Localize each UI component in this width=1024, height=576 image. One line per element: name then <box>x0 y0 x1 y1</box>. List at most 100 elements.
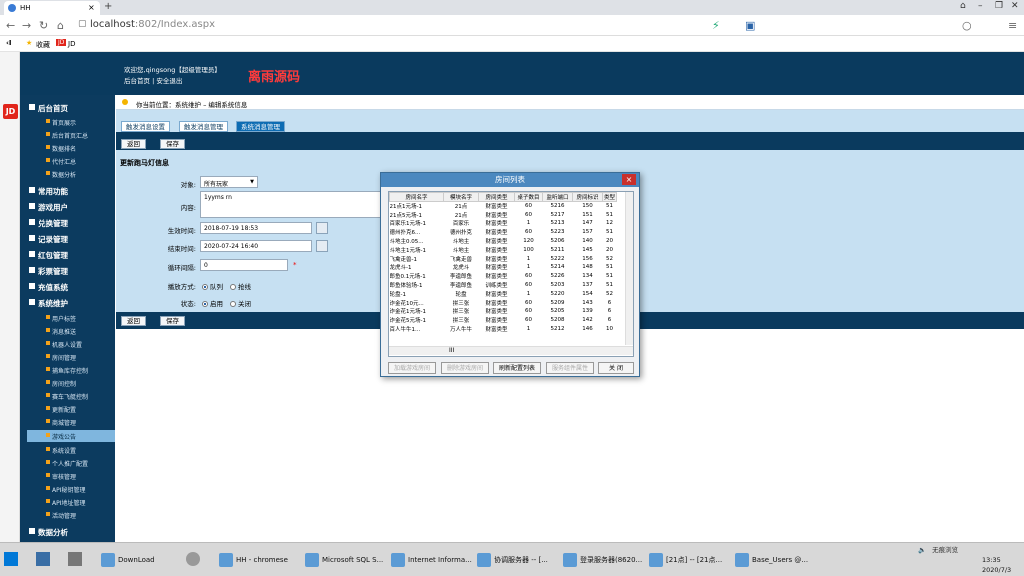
column-header[interactable]: 房间标识 <box>572 192 603 202</box>
sidebar-item[interactable]: 首页展示 <box>45 118 76 127</box>
start-time-input[interactable]: 2018-07-19 18:53 <box>200 222 312 234</box>
column-header[interactable]: 模块名字 <box>443 192 479 202</box>
clock-time[interactable]: 13:35 <box>982 556 1001 564</box>
home-icon[interactable]: ⌂ <box>57 19 64 32</box>
sidebar-item[interactable]: 更新配置 <box>45 405 76 414</box>
calendar-icon[interactable] <box>316 240 328 252</box>
sidebar-item[interactable]: 审核管理 <box>45 472 76 481</box>
sidebar-section[interactable]: 充值系统 <box>29 282 68 293</box>
table-row[interactable]: 德州扑克6... 德州扑克 财富类型 60 5223 157 51 <box>390 228 617 237</box>
bolt-icon[interactable]: ⚡ <box>712 19 720 32</box>
bookmark-jd[interactable]: JD <box>68 40 75 48</box>
sidebar-item[interactable]: 房间管理 <box>45 353 76 362</box>
component-props-button[interactable]: 服务组件属性 <box>546 362 594 374</box>
sidebar-item[interactable]: 数据分析 <box>45 170 76 179</box>
minimize-icon[interactable]: – <box>978 1 983 11</box>
refresh-config-button[interactable]: 刷新配置列表 <box>493 362 541 374</box>
browser-tab[interactable]: HH × <box>4 1 100 15</box>
sidebar-section[interactable]: 数据分析 <box>29 527 68 538</box>
powershell-icon[interactable] <box>36 552 50 566</box>
sidebar-section[interactable]: 兑换管理 <box>29 218 68 229</box>
back-icon[interactable]: ← <box>6 19 15 32</box>
sidebar-item[interactable]: 用户标签 <box>45 314 76 323</box>
status-close-radio[interactable]: 关闭 <box>230 298 251 308</box>
sidebar-item[interactable]: 房间控制 <box>45 379 76 388</box>
sidebar-item[interactable]: API秘钥管理 <box>46 485 86 494</box>
delete-room-button[interactable]: 删除游戏房间 <box>441 362 489 374</box>
back-button-bottom[interactable]: 返回 <box>121 316 146 326</box>
sidebar-section[interactable]: 游戏用户 <box>29 202 68 213</box>
end-time-input[interactable]: 2020-07-24 16:40 <box>200 240 312 252</box>
sidebar-toggle-icon[interactable]: ‹I <box>6 39 12 47</box>
mode-queue-radio[interactable]: 队列 <box>202 281 223 291</box>
sidebar-section-home[interactable]: 后台首页 <box>29 103 68 114</box>
window-close-icon[interactable]: ✕ <box>1011 1 1019 11</box>
tab-trigger-settings[interactable]: 触发消息设置 <box>121 121 170 132</box>
sidebar-item[interactable]: 商城管理 <box>45 418 76 427</box>
sidebar-item[interactable]: 系统设置 <box>45 446 76 455</box>
sidebar-section[interactable]: 红包管理 <box>29 250 68 261</box>
column-header[interactable]: 监听端口 <box>542 192 573 202</box>
taskbar-item[interactable]: Internet Informa... <box>388 548 472 572</box>
clock-date[interactable]: 2020/7/3 <box>982 566 1011 574</box>
taskbar-item[interactable]: [21点] -- [21点... <box>646 548 722 572</box>
scroll-thumb[interactable]: III <box>449 347 454 354</box>
taskbar-item[interactable]: 登录服务器(8620... <box>560 548 642 572</box>
sidebar-item[interactable]: API地址管理 <box>46 498 86 507</box>
table-row[interactable]: 龙虎斗-1 龙虎斗 财富类型 1 5214 148 51 <box>390 263 617 272</box>
taskbar-item[interactable]: Microsoft SQL S... <box>302 548 383 572</box>
save-button-bottom[interactable]: 保存 <box>160 316 185 326</box>
table-row[interactable]: 21点5元场-1 21点 财富类型 60 5217 151 51 <box>390 210 617 219</box>
column-header[interactable]: 房间名字 <box>389 192 444 202</box>
taskbar-item[interactable]: Base_Users @... <box>732 548 808 572</box>
taskbar-item[interactable]: HH - chromese <box>216 548 288 572</box>
sidebar-item[interactable]: 后台首页汇总 <box>45 131 88 140</box>
reload-icon[interactable]: ↻ <box>39 19 48 32</box>
mode-grab-radio[interactable]: 抢线 <box>230 281 251 291</box>
table-row[interactable]: 诈金花5元场-1 拼三张 财富类型 60 5208 142 6 <box>390 316 617 325</box>
sidebar-item[interactable]: 消息推送 <box>45 327 76 336</box>
table-row[interactable]: 斗地主1元场-1 斗地主 财富类型 100 5211 145 20 <box>390 245 617 254</box>
windows-start-icon[interactable] <box>4 552 18 566</box>
taskbar-item[interactable]: 协调服务器 -- [... <box>474 548 548 572</box>
dialog-close-icon[interactable]: × <box>622 174 636 185</box>
sidebar-item-active[interactable]: 游戏公告 <box>45 432 76 441</box>
column-header[interactable]: 房间类型 <box>478 192 515 202</box>
tab-close-icon[interactable]: × <box>88 3 95 12</box>
save-button[interactable]: 保存 <box>160 139 185 149</box>
dialog-close-button[interactable]: 关 闭 <box>598 362 634 374</box>
app-icon[interactable] <box>68 552 82 566</box>
table-row[interactable]: 郎鱼体验场-1 李逵郎鱼 训练类型 60 5203 137 51 <box>390 281 617 290</box>
table-row[interactable]: 诈金花10元... 拼三张 财富类型 60 5209 143 6 <box>390 298 617 307</box>
tab-system-messages[interactable]: 系统消息管理 <box>236 121 285 132</box>
sidebar-section[interactable]: 彩票管理 <box>29 266 68 277</box>
sidebar-section[interactable]: 系统维护 <box>29 298 68 309</box>
sidebar-item[interactable]: 个人推广配置 <box>45 459 88 468</box>
extension-icon[interactable]: ▣ <box>745 19 755 32</box>
table-row[interactable]: 百家乐1元场-1 百家乐 财富类型 1 5213 147 12 <box>390 219 617 228</box>
calendar-icon[interactable] <box>316 222 328 234</box>
table-row[interactable]: 轮盘-1 轮盘 财富类型 1 5220 154 52 <box>390 289 617 298</box>
shirt-icon[interactable]: ⌂ <box>960 1 966 11</box>
jd-sidebar-icon[interactable]: JD <box>3 104 18 119</box>
table-row[interactable]: 百人牛牛1... 万人牛牛 财富类型 1 5212 146 10 <box>390 325 617 334</box>
taskbar-item[interactable]: DownLoad <box>98 548 155 572</box>
column-header[interactable]: 类型 <box>602 192 617 202</box>
sidebar-item[interactable]: 数据排名 <box>45 144 76 153</box>
sidebar-item[interactable]: 捕鱼库存控制 <box>45 366 88 375</box>
vertical-scrollbar[interactable] <box>625 192 633 345</box>
forward-icon[interactable]: → <box>22 19 31 32</box>
target-select[interactable]: 所有玩家 ▼ <box>200 176 258 188</box>
new-tab-icon[interactable]: + <box>104 1 112 12</box>
load-rooms-button[interactable]: 加载游戏房间 <box>388 362 436 374</box>
sidebar-item[interactable]: 代付汇总 <box>45 157 76 166</box>
interval-input[interactable]: 0 <box>200 259 288 271</box>
sidebar-item[interactable]: 活动管理 <box>45 511 76 520</box>
horizontal-scrollbar[interactable]: III <box>389 346 633 355</box>
sidebar-section[interactable]: 常用功能 <box>29 186 68 197</box>
sidebar-item[interactable]: 机器人设置 <box>45 340 82 349</box>
sidebar-section[interactable]: 记录管理 <box>29 234 68 245</box>
bookmark-favorites[interactable]: 收藏 <box>36 40 50 50</box>
restore-icon[interactable]: ❐ <box>995 1 1003 11</box>
header-links[interactable]: 后台首页 | 安全退出 <box>124 75 182 85</box>
